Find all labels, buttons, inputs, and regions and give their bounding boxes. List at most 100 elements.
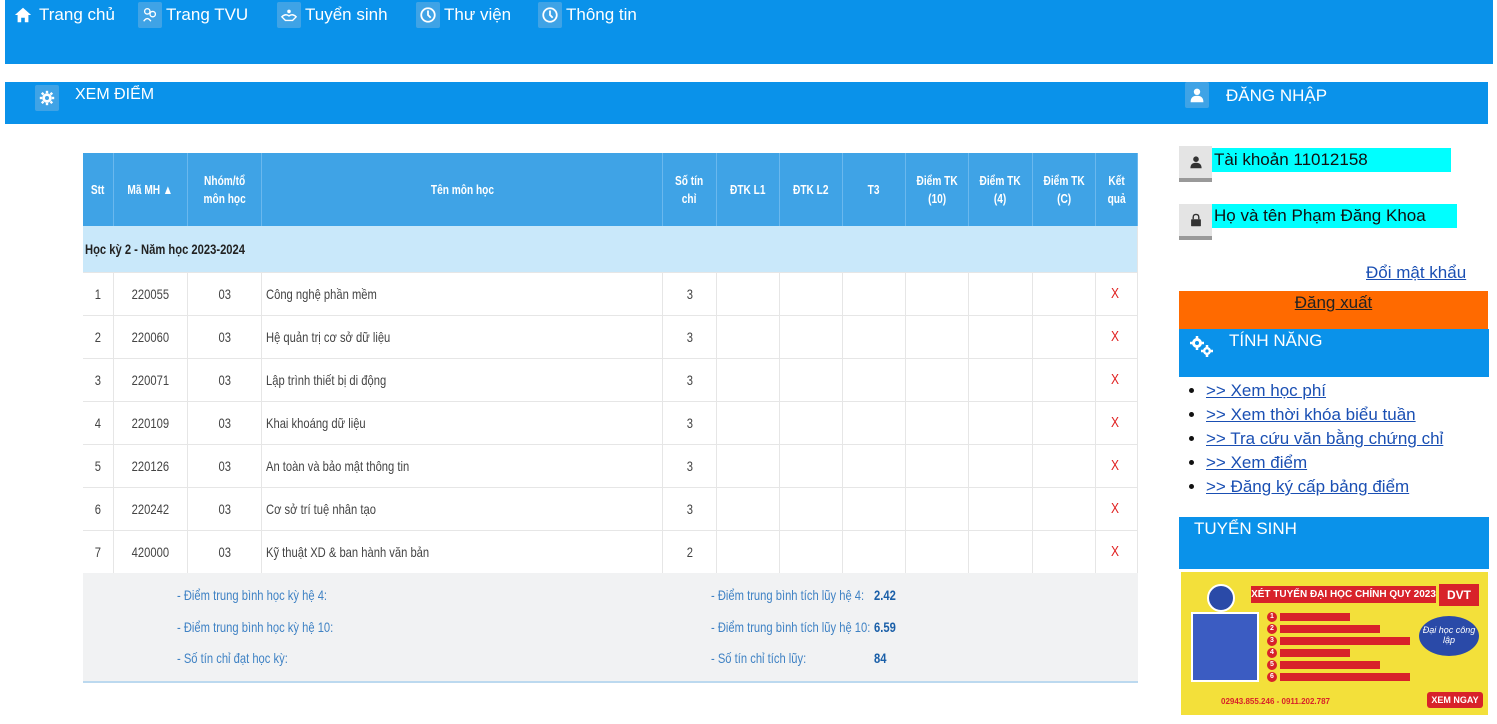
cell-ten: Hệ quản trị cơ sở dữ liệu (261, 315, 664, 359)
cell-empty (968, 530, 1033, 574)
cell-ten: Khai khoáng dữ liệu (261, 401, 664, 445)
cell-empty (779, 487, 843, 531)
cell-ma: 220126 (113, 444, 188, 488)
feature-tkb-link[interactable]: >> Xem thời khóa biểu tuần (1206, 405, 1416, 424)
cell-kq: X (1095, 272, 1139, 316)
cell-empty (842, 315, 907, 359)
nav-admission-label: Tuyển sinh (305, 5, 388, 24)
lock-icon (1179, 204, 1212, 240)
feature-van-bang-link[interactable]: >> Tra cứu văn bằng chứng chỉ (1206, 429, 1443, 448)
summary-tc-hk-label: - Số tín chỉ đạt học kỳ: (177, 650, 288, 666)
gears-icon (1187, 333, 1215, 359)
banner-item: 1 (1267, 612, 1447, 622)
cell-ma: 220060 (113, 315, 188, 359)
feature-bang-diem-link[interactable]: >> Đăng ký cấp bảng điểm (1206, 477, 1409, 496)
feature-xem-diem-link[interactable]: >> Xem điểm (1206, 453, 1307, 472)
cell-tc: 3 (662, 444, 717, 488)
col-diem-4: Điểm TK (4) (968, 153, 1033, 226)
banner-item: 5 (1267, 660, 1447, 670)
cell-stt: 5 (83, 444, 114, 488)
cell-nhom: 03 (187, 487, 263, 531)
nav-home[interactable]: Trang chủ (11, 0, 115, 30)
cell-empty (1032, 315, 1096, 359)
cell-ten: Kỹ thuật XD & ban hành văn bản (261, 530, 664, 574)
banner-item-bar (1280, 649, 1350, 657)
cell-nhom: 03 (187, 444, 263, 488)
banner-item-bar (1280, 661, 1380, 669)
logout-link[interactable]: Đăng xuất (1295, 293, 1373, 312)
cell-empty (968, 358, 1033, 402)
banner-item: 2 (1267, 624, 1447, 634)
cell-empty (779, 401, 843, 445)
table-row: 6 220242 03 Cơ sở trí tuệ nhân tạo 3 X (83, 487, 1139, 531)
cell-empty (1032, 358, 1096, 402)
cell-ma: 220109 (113, 401, 188, 445)
user-icon (1185, 82, 1209, 108)
cell-empty (716, 272, 780, 316)
cell-stt: 2 (83, 315, 114, 359)
cell-tc: 3 (662, 401, 717, 445)
cell-nhom: 03 (187, 315, 263, 359)
cell-empty (1032, 530, 1096, 574)
cell-empty (1032, 444, 1096, 488)
list-item: >> Xem điểm (1206, 451, 1443, 475)
cell-empty (1032, 272, 1096, 316)
fullname-label: Họ và tên Phạm Đăng Khoa (1212, 204, 1457, 228)
cell-kq: X (1095, 487, 1139, 531)
nav-info[interactable]: Thông tin (538, 0, 637, 30)
cell-tc: 2 (662, 530, 717, 574)
cell-ten: Lập trình thiết bị di động (261, 358, 664, 402)
list-item: >> Xem học phí (1206, 379, 1443, 403)
nav-tvu[interactable]: Trang TVU (138, 0, 248, 30)
list-item: >> Đăng ký cấp bảng điểm (1206, 475, 1443, 499)
admission-banner[interactable]: XÉT TUYỂN ĐẠI HỌC CHÍNH QUY 2023 DVT Đại… (1181, 572, 1488, 715)
table-row: 3 220071 03 Lập trình thiết bị di động 3 X (83, 358, 1139, 402)
summary-tc-tl-value: 84 (874, 650, 887, 666)
nav-library[interactable]: Thư viện (416, 0, 511, 30)
summary-tc-tl-label: - Số tín chỉ tích lũy: (711, 650, 807, 666)
cell-empty (1032, 401, 1096, 445)
cell-empty (905, 530, 970, 574)
cell-ten: Cơ sở trí tuệ nhân tạo (261, 487, 664, 531)
hands-icon (277, 2, 301, 28)
cell-empty (716, 530, 780, 574)
gear-icon (35, 85, 59, 111)
nav-admission[interactable]: Tuyển sinh (277, 0, 388, 30)
cell-ten: An toàn và bảo mật thông tin (261, 444, 664, 488)
change-password-link[interactable]: Đổi mật khẩu (1366, 263, 1466, 283)
cell-empty (905, 444, 970, 488)
semester-row: Học kỳ 2 - Năm học 2023-2024 (83, 226, 1138, 273)
cell-empty (779, 530, 843, 574)
banner-brand: DVT (1439, 584, 1479, 606)
banner-item-number: 5 (1267, 660, 1277, 670)
university-logo (1207, 584, 1235, 612)
cell-empty (842, 530, 907, 574)
cell-empty (842, 487, 907, 531)
cell-empty (842, 272, 907, 316)
login-title: ĐĂNG NHẬP (1226, 86, 1328, 105)
summary-hk10-label: - Điểm trung bình học kỳ hệ 10: (177, 619, 334, 635)
features-header: TÍNH NĂNG (1179, 329, 1489, 377)
cell-empty (1032, 487, 1096, 531)
banner-cta-button[interactable]: XEM NGAY (1427, 692, 1483, 708)
table-row: 1 220055 03 Công nghệ phần mềm 3 X (83, 272, 1139, 316)
cell-nhom: 03 (187, 530, 263, 574)
col-ma-mh[interactable]: Mã MH ▲ (113, 153, 188, 226)
cell-empty (779, 315, 843, 359)
col-dtk-l1: ĐTK L1 (716, 153, 780, 226)
cell-kq: X (1095, 444, 1139, 488)
col-dtk-l2: ĐTK L2 (779, 153, 843, 226)
list-item: >> Xem thời khóa biểu tuần (1206, 403, 1443, 427)
col-diem-10: Điểm TK (10) (905, 153, 970, 226)
cell-tc: 3 (662, 487, 717, 531)
cell-empty (842, 401, 907, 445)
people-icon (138, 2, 162, 28)
col-ket-qua: Kết quả (1095, 153, 1139, 226)
col-tin-chi: Số tín chỉ (662, 153, 717, 226)
banner-item: 3 (1267, 636, 1447, 646)
cell-empty (968, 444, 1033, 488)
feature-hoc-phi-link[interactable]: >> Xem học phí (1206, 381, 1326, 400)
banner-item: 4 (1267, 648, 1447, 658)
list-item: >> Tra cứu văn bằng chứng chỉ (1206, 427, 1443, 451)
col-ten: Tên môn học (261, 153, 664, 226)
